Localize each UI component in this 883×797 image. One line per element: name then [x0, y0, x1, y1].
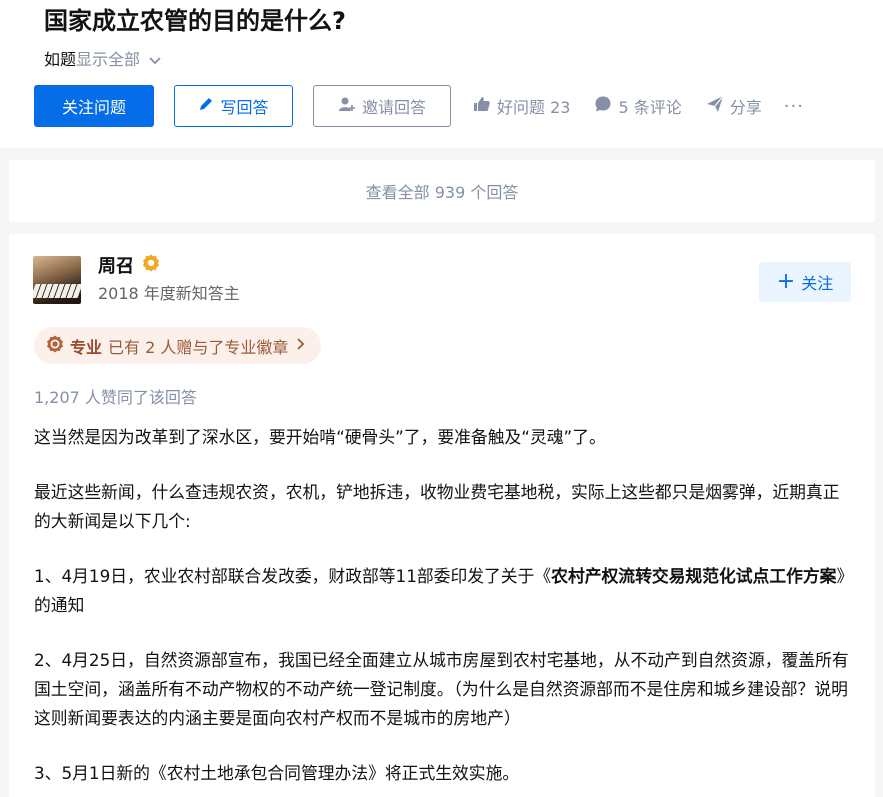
comment-icon	[594, 95, 618, 117]
verified-badge-icon	[142, 254, 160, 279]
invite-answer-button[interactable]: 邀请回答	[313, 85, 451, 127]
author-headline: 2018 年度新知答主	[98, 284, 240, 303]
invite-user-icon	[338, 96, 362, 116]
chevron-right-icon	[296, 336, 305, 355]
pro-badge-chip[interactable]: 专业 已有 2 人赠与了专业徽章	[34, 327, 322, 364]
answer-paragraph: 最近这些新闻，什么查违规农资，农机，铲地拆违，收物业费宅基地税，实际上这些都只是…	[34, 482, 840, 531]
question-title: 国家成立农管的目的是什么?	[44, 7, 346, 35]
follow-question-button[interactable]: 关注问题	[34, 85, 154, 127]
pro-badge-icon	[46, 335, 64, 357]
answer-card: 周召 2018 年度新知答主 + 关注 专业 已有 2 人赠与了专业徽章 1,2…	[9, 234, 875, 797]
comments-label: 5 条评论	[618, 98, 682, 117]
question-detail: 如题显示全部	[44, 48, 162, 73]
author-name-text: 周召	[98, 255, 134, 277]
answer-paragraph: 这当然是因为改革到了深水区，要开始啃“硬骨头”了，要准备触及“灵魂”了。	[34, 427, 606, 447]
comments-button[interactable]: 5 条评论	[594, 94, 682, 118]
answer-paragraph: 2、4月25日，自然资源部宣布，我国已经全面建立从城市房屋到农村宅基地，从不动产…	[34, 650, 849, 728]
question-header: 国家成立农管的目的是什么? 如题显示全部 关注问题 写回答 邀请回答 好问题 2…	[0, 0, 883, 148]
share-label: 分享	[729, 98, 762, 117]
write-answer-button[interactable]: 写回答	[174, 85, 293, 127]
question-detail-text: 如题	[44, 50, 77, 69]
follow-author-label: 关注	[801, 274, 834, 293]
good-question-button[interactable]: 好问题 23	[473, 94, 570, 118]
write-answer-label: 写回答	[220, 98, 269, 117]
share-icon	[706, 95, 730, 117]
votes-count: 1,207 人赞同了该回答	[34, 388, 197, 407]
bold-document-title: 农村产权流转交易规范化试点工作方案	[551, 566, 837, 586]
good-question-label: 好问题 23	[497, 98, 571, 117]
paragraph-text: 1、4月19日，农业农村部联合发改委，财政部等11部委印发了关于《	[34, 566, 552, 586]
thumbs-up-icon	[473, 96, 497, 116]
more-button[interactable]: ···	[784, 96, 804, 117]
pro-badge-text: 已有 2 人赠与了专业徽章	[108, 337, 289, 357]
pencil-icon	[198, 96, 220, 116]
avatar-piano-keys	[33, 284, 81, 298]
show-all-link[interactable]: 显示全部	[76, 50, 140, 69]
follow-author-button[interactable]: + 关注	[759, 262, 851, 302]
question-actions: 关注问题 写回答 邀请回答 好问题 23 5 条评论 分享 ···	[34, 85, 804, 127]
meta-actions: 好问题 23 5 条评论 分享 ···	[473, 94, 804, 118]
share-button[interactable]: 分享	[706, 94, 762, 118]
answer-paragraph: 1、4月19日，农业农村部联合发改委，财政部等11部委印发了关于《农村产权流转交…	[34, 562, 854, 620]
answer-paragraph: 3、5月1日新的《农村土地承包合同管理办法》将正式生效实施。	[34, 763, 520, 783]
view-all-answers-button[interactable]: 查看全部 939 个回答	[9, 160, 875, 222]
plus-icon: +	[776, 269, 796, 294]
pro-label: 专业	[70, 337, 103, 357]
answer-content: 这当然是因为改革到了深水区，要开始啃“硬骨头”了，要准备触及“灵魂”了。 最近这…	[34, 423, 854, 797]
invite-answer-label: 邀请回答	[361, 98, 426, 117]
author-name[interactable]: 周召	[98, 254, 160, 279]
chevron-down-icon[interactable]	[148, 49, 162, 73]
avatar[interactable]	[33, 256, 81, 304]
